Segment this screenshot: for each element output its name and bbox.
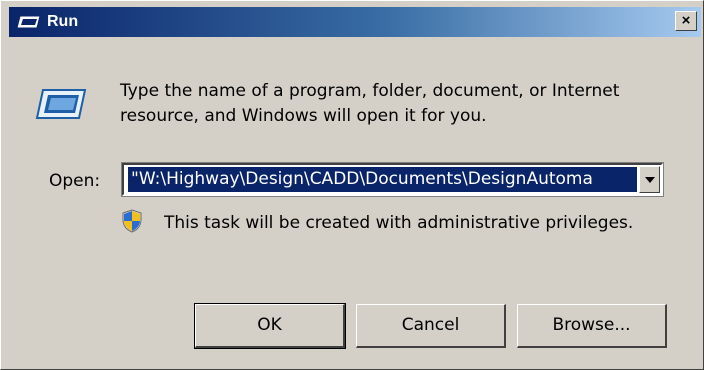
open-label: Open:: [49, 171, 101, 191]
chevron-down-icon[interactable]: [639, 166, 660, 193]
run-icon: [35, 89, 87, 119]
open-input[interactable]: "W:\Highway\Design\CADD\Documents\Design…: [128, 167, 637, 192]
title-bar[interactable]: Run ×: [9, 7, 701, 37]
open-combobox[interactable]: "W:\Highway\Design\CADD\Documents\Design…: [121, 162, 664, 197]
admin-privileges-note: This task will be created with administr…: [164, 213, 634, 233]
close-button[interactable]: ×: [675, 11, 697, 31]
window-title: Run: [47, 13, 79, 30]
browse-button[interactable]: Browse...: [517, 304, 667, 348]
uac-shield-icon: [122, 209, 142, 233]
cancel-button[interactable]: Cancel: [356, 304, 506, 348]
run-icon: [17, 15, 41, 29]
dialog-description: Type the name of a program, folder, docu…: [120, 81, 620, 126]
run-dialog: Run × Type the name of a program, folder…: [0, 0, 704, 370]
ok-button[interactable]: OK: [194, 303, 346, 349]
